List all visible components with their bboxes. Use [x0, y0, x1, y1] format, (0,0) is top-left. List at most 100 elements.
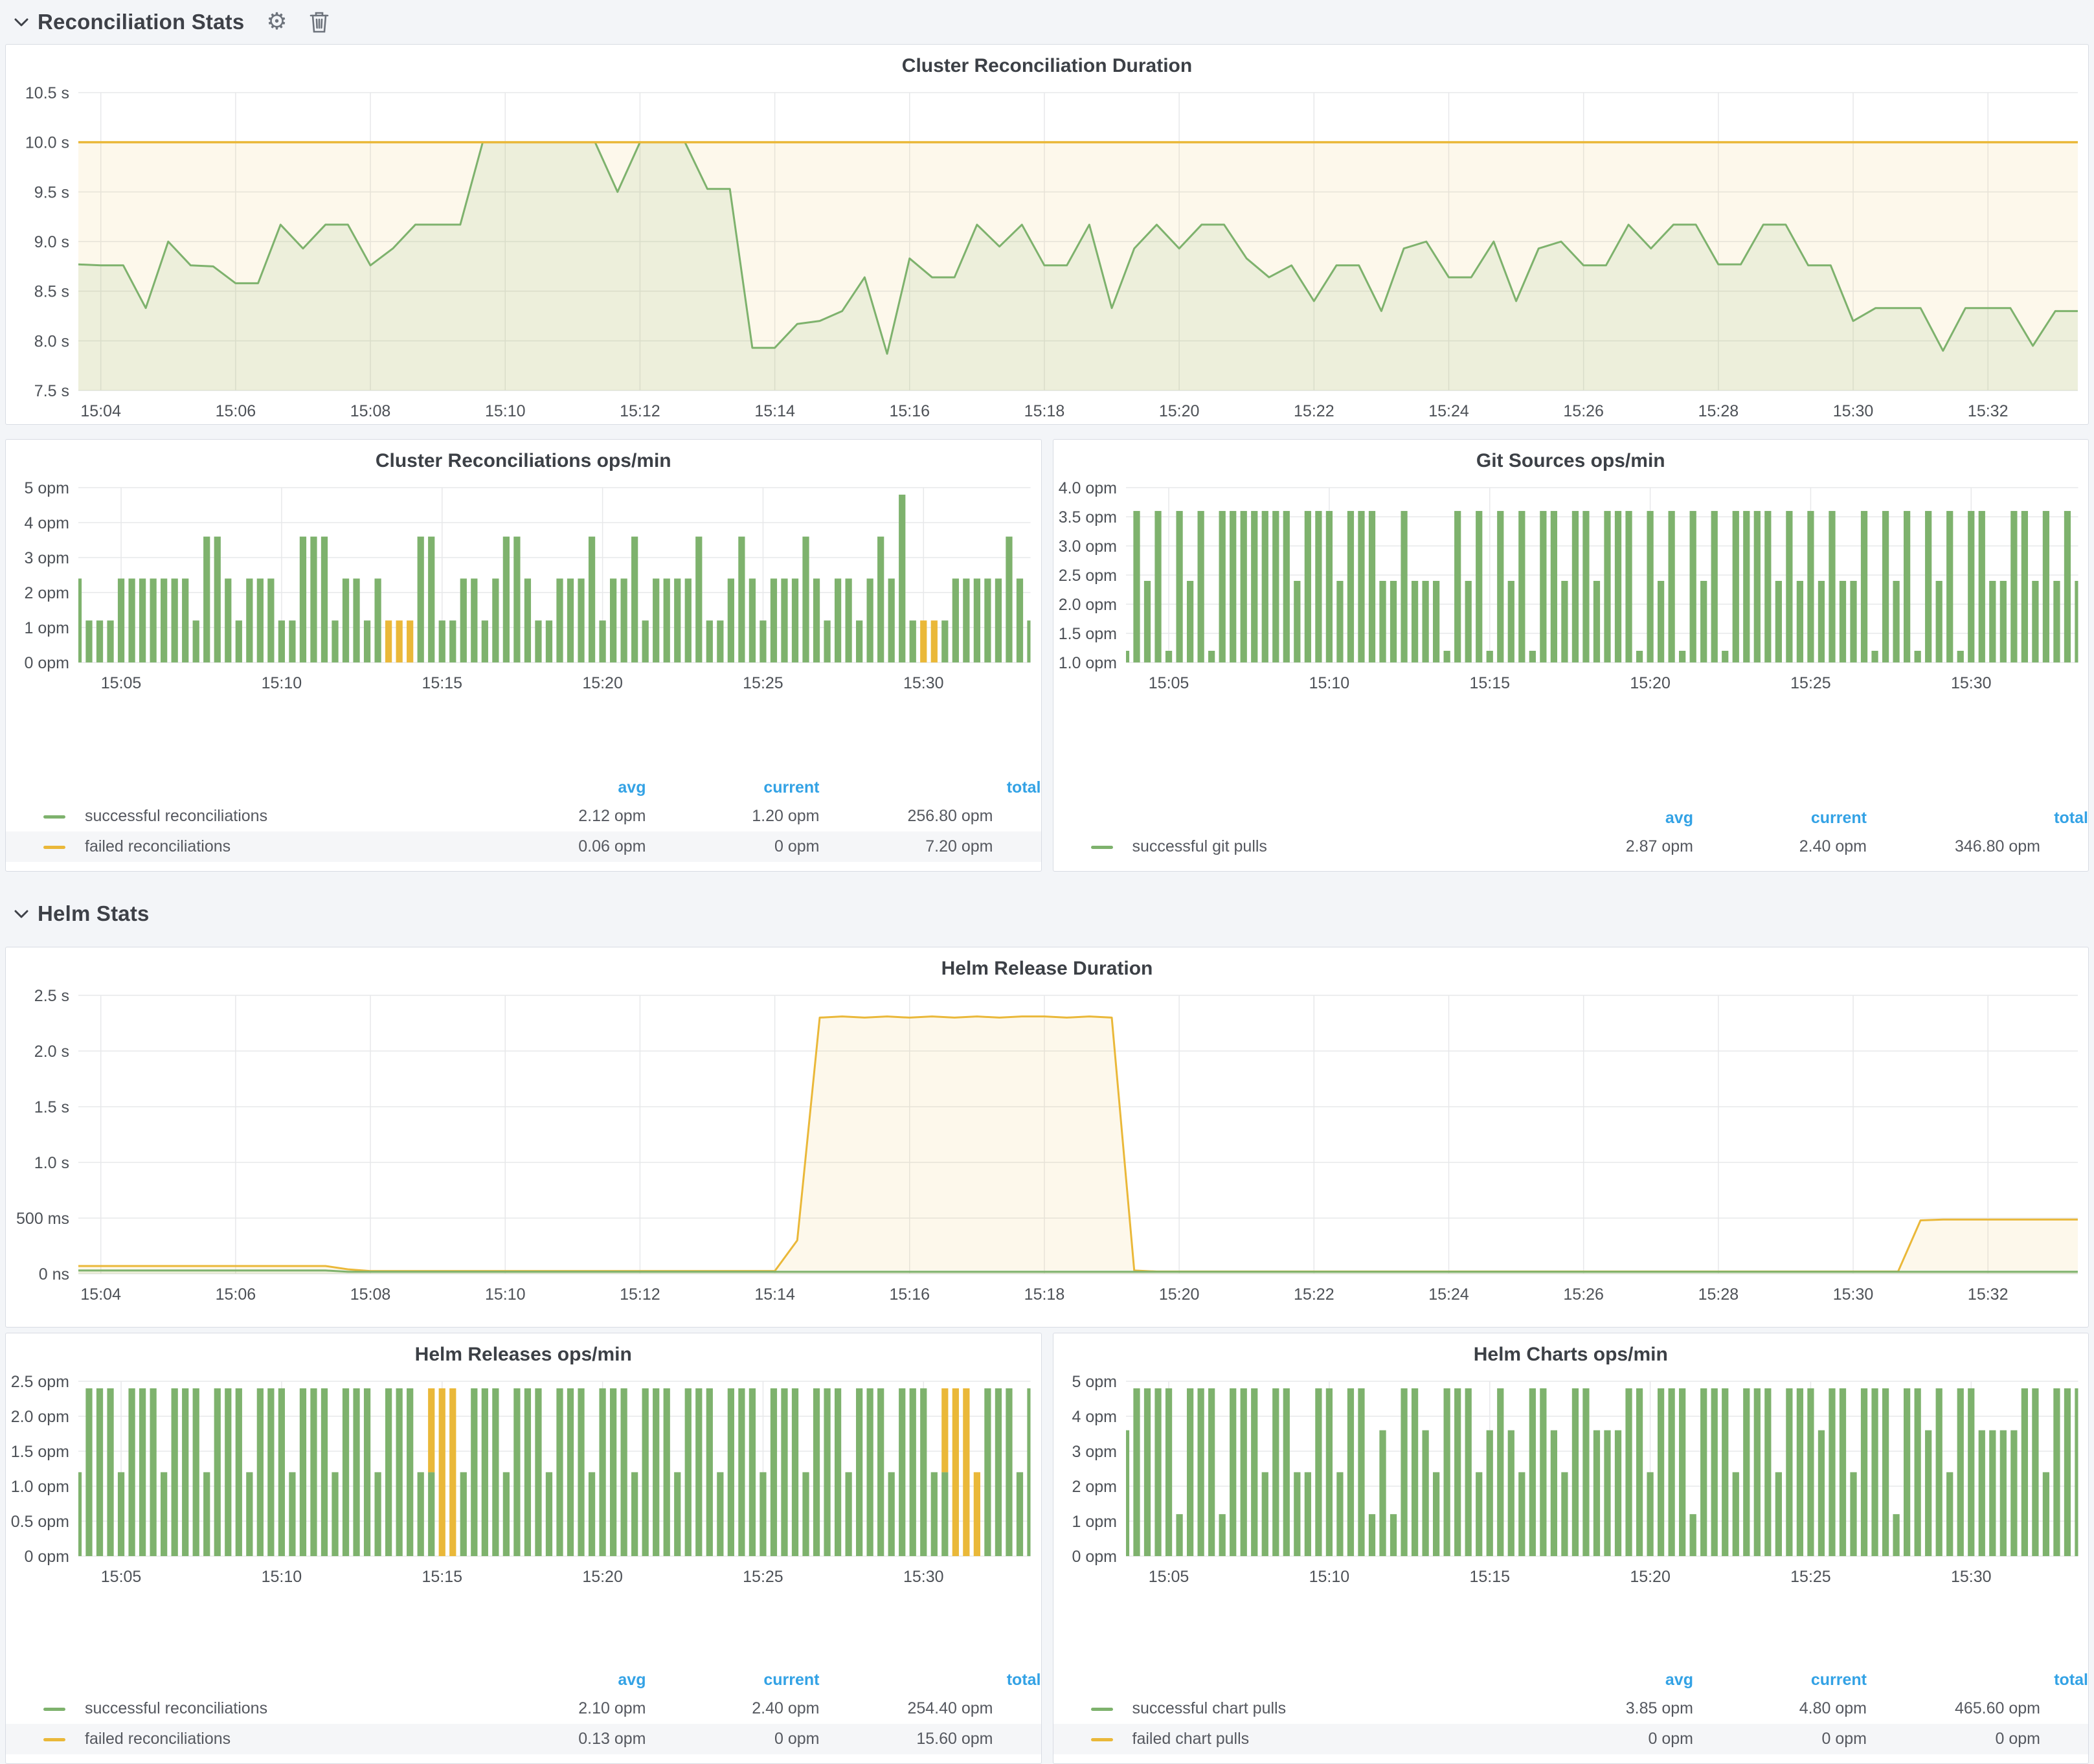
svg-text:15:20: 15:20 [1630, 1568, 1671, 1586]
svg-text:4 opm: 4 opm [25, 514, 69, 532]
svg-text:1 opm: 1 opm [25, 619, 69, 637]
svg-text:15:25: 15:25 [743, 1568, 783, 1586]
legend-col-total[interactable]: total [820, 1667, 1041, 1693]
helm-release-duration-chart[interactable]: 15:0415:0615:0815:1015:1215:1415:1615:18… [6, 985, 2088, 1309]
svg-text:2.0 opm: 2.0 opm [1058, 596, 1116, 614]
legend-row: successful reconciliations 2.12 opm 1.20… [6, 801, 1041, 831]
svg-text:5 opm: 5 opm [1072, 1373, 1116, 1391]
legend-series-label[interactable]: failed reconciliations [85, 1724, 473, 1754]
series-color-dash [43, 1738, 65, 1741]
legend-value-total: 256.80 opm [820, 801, 1041, 831]
legend-value-current: 0 opm [646, 831, 820, 862]
legend-col-total[interactable]: total [1867, 805, 2088, 831]
panel-title-git-sources-opm[interactable]: Git Sources ops/min [1053, 440, 2089, 477]
legend-series-label[interactable]: successful reconciliations [85, 1693, 473, 1724]
chevron-down-icon [14, 909, 28, 918]
svg-text:15:32: 15:32 [1968, 402, 2009, 420]
legend-col-current[interactable]: current [646, 775, 820, 801]
series-color-dash [1091, 846, 1113, 849]
svg-text:15:30: 15:30 [903, 1568, 944, 1586]
legend-series-label[interactable]: failed reconciliations [85, 831, 473, 862]
legend-value-total: 7.20 opm [820, 831, 1041, 862]
svg-text:15:06: 15:06 [216, 1285, 256, 1304]
svg-text:1 opm: 1 opm [1072, 1513, 1116, 1531]
svg-text:15:28: 15:28 [1698, 1285, 1739, 1304]
svg-text:15:15: 15:15 [422, 674, 462, 692]
svg-text:500 ms: 500 ms [16, 1210, 69, 1228]
legend-row: successful git pulls 2.87 opm 2.40 opm 3… [1053, 831, 2089, 862]
svg-text:15:30: 15:30 [1951, 1568, 1992, 1586]
helm-charts-opm-chart[interactable]: 15:0515:1015:1515:2015:2515:300 opm1 opm… [1053, 1371, 2089, 1591]
legend-value-avg: 2.10 opm [473, 1693, 646, 1724]
panel-title-cluster-reconciliation-duration[interactable]: Cluster Reconciliation Duration [6, 45, 2088, 82]
series-color-dash [43, 846, 65, 849]
svg-text:2 opm: 2 opm [25, 584, 69, 602]
svg-text:1.0 opm: 1.0 opm [1058, 654, 1116, 672]
svg-text:5 opm: 5 opm [25, 479, 69, 497]
gear-icon[interactable]: ⚙ [266, 10, 287, 34]
legend-series-label[interactable]: successful chart pulls [1132, 1693, 1520, 1724]
svg-text:3 opm: 3 opm [1072, 1443, 1116, 1461]
panel-title-cluster-reconciliations-opm[interactable]: Cluster Reconciliations ops/min [6, 440, 1041, 477]
svg-text:15:10: 15:10 [1309, 674, 1349, 692]
git-sources-opm-chart[interactable]: 15:0515:1015:1515:2015:2515:301.0 opm1.5… [1053, 477, 2089, 697]
legend-col-total[interactable]: total [820, 775, 1041, 801]
panel-title-helm-release-duration[interactable]: Helm Release Duration [6, 947, 2088, 985]
svg-text:15:26: 15:26 [1563, 1285, 1604, 1304]
svg-text:15:22: 15:22 [1294, 402, 1334, 420]
legend-col-avg[interactable]: avg [1520, 1667, 1693, 1693]
svg-text:9.0 s: 9.0 s [34, 233, 69, 251]
svg-text:8.5 s: 8.5 s [34, 283, 69, 301]
svg-text:15:15: 15:15 [1469, 1568, 1510, 1586]
panel-helm-charts-opm: Helm Charts ops/min 15:0515:1015:1515:20… [1053, 1333, 2089, 1764]
panel-title-helm-releases-opm[interactable]: Helm Releases ops/min [6, 1333, 1041, 1371]
svg-text:15:05: 15:05 [1148, 1568, 1189, 1586]
legend-col-current[interactable]: current [646, 1667, 820, 1693]
svg-text:2 opm: 2 opm [1072, 1478, 1116, 1496]
helm-releases-opm-chart[interactable]: 15:0515:1015:1515:2015:2515:300 opm0.5 o… [6, 1371, 1041, 1591]
legend-col-avg[interactable]: avg [473, 775, 646, 801]
legend-series-label[interactable]: successful reconciliations [85, 801, 473, 831]
svg-text:15:14: 15:14 [754, 402, 795, 420]
section-title: Helm Stats [38, 901, 150, 926]
legend-col-avg[interactable]: avg [473, 1667, 646, 1693]
legend-value-current: 0 opm [646, 1724, 820, 1754]
legend-col-total[interactable]: total [1867, 1667, 2088, 1693]
legend-col-avg[interactable]: avg [1520, 805, 1693, 831]
svg-text:15:10: 15:10 [485, 402, 526, 420]
svg-text:2.5 s: 2.5 s [34, 987, 69, 1005]
legend-value-avg: 0.13 opm [473, 1724, 646, 1754]
trash-icon[interactable] [310, 10, 329, 34]
chevron-down-icon [14, 17, 28, 27]
svg-text:0 ns: 0 ns [39, 1265, 69, 1283]
svg-text:2.5 opm: 2.5 opm [11, 1373, 69, 1391]
svg-text:15:20: 15:20 [1630, 674, 1671, 692]
legend-value-total: 254.40 opm [820, 1693, 1041, 1724]
legend-col-current[interactable]: current [1693, 805, 1867, 831]
svg-text:15:12: 15:12 [620, 402, 660, 420]
panel-cluster-reconciliations-opm: Cluster Reconciliations ops/min 15:0515:… [5, 439, 1042, 872]
cluster-reconciliations-opm-chart[interactable]: 15:0515:1015:1515:2015:2515:300 opm1 opm… [6, 477, 1041, 697]
svg-text:15:28: 15:28 [1698, 402, 1739, 420]
svg-text:15:05: 15:05 [1148, 674, 1189, 692]
svg-text:1.5 opm: 1.5 opm [1058, 625, 1116, 643]
cluster-reconciliation-duration-chart[interactable]: 15:0415:0615:0815:1015:1215:1415:1615:18… [6, 82, 2088, 425]
svg-text:15:15: 15:15 [1469, 674, 1510, 692]
svg-text:15:20: 15:20 [582, 674, 623, 692]
section-helm-stats[interactable]: Helm Stats [5, 881, 2089, 947]
legend-series-label[interactable]: successful git pulls [1132, 831, 1520, 862]
svg-text:15:30: 15:30 [903, 674, 944, 692]
svg-text:4 opm: 4 opm [1072, 1408, 1116, 1426]
legend-value-avg: 3.85 opm [1520, 1693, 1693, 1724]
svg-text:10.5 s: 10.5 s [25, 84, 69, 102]
svg-text:15:10: 15:10 [485, 1285, 526, 1304]
section-reconciliation-stats[interactable]: Reconciliation Stats ⚙ [0, 0, 2094, 44]
svg-text:15:05: 15:05 [101, 1568, 142, 1586]
svg-text:9.5 s: 9.5 s [34, 183, 69, 201]
panel-cluster-reconciliation-duration: Cluster Reconciliation Duration 15:0415:… [5, 44, 2089, 425]
legend-value-total: 465.60 opm [1867, 1693, 2088, 1724]
panel-helm-releases-opm: Helm Releases ops/min 15:0515:1015:1515:… [5, 1333, 1042, 1764]
legend-col-current[interactable]: current [1693, 1667, 1867, 1693]
legend-series-label[interactable]: failed chart pulls [1132, 1724, 1520, 1754]
panel-title-helm-charts-opm[interactable]: Helm Charts ops/min [1053, 1333, 2089, 1371]
